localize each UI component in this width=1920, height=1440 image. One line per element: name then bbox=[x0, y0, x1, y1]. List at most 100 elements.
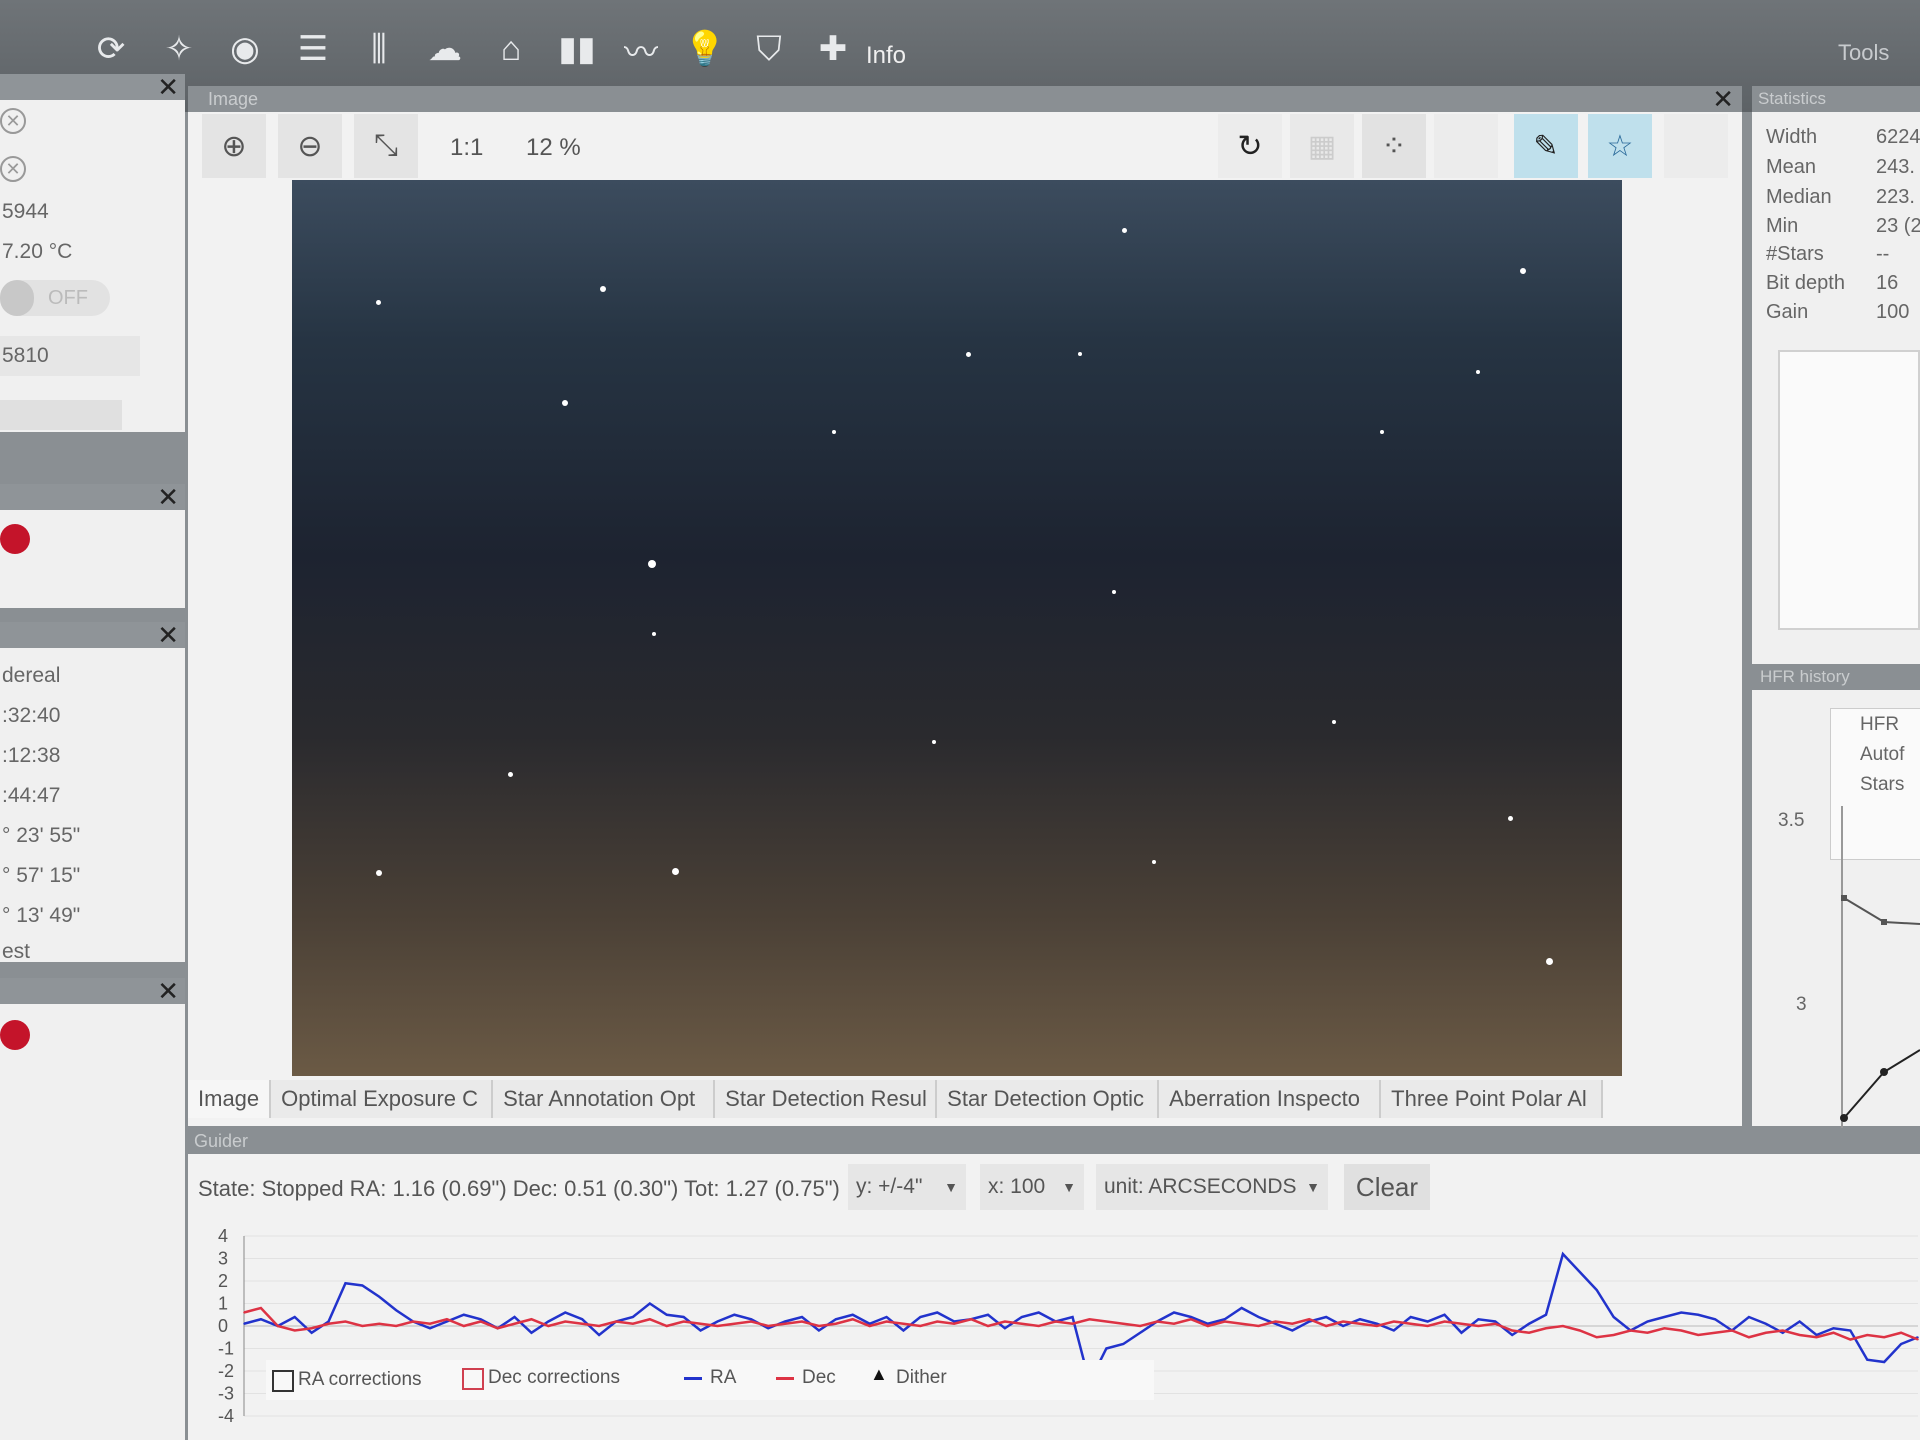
y-tick-label: -4 bbox=[218, 1406, 234, 1426]
close-icon[interactable]: ✕ bbox=[157, 74, 179, 100]
tab-three-point-polar[interactable]: Three Point Polar Al bbox=[1381, 1080, 1604, 1118]
close-icon[interactable]: ✕ bbox=[1712, 86, 1734, 112]
tab-image[interactable]: Image bbox=[188, 1080, 272, 1118]
extra-tool-button[interactable] bbox=[1664, 114, 1728, 178]
series-dec-point bbox=[919, 1325, 922, 1327]
tab-aberration-inspector[interactable]: Aberration Inspecto bbox=[1159, 1080, 1382, 1118]
status-indicator-icon bbox=[0, 1020, 30, 1050]
angle-value: ° 13' 49" bbox=[2, 904, 81, 927]
series-dec-point bbox=[1190, 1318, 1192, 1321]
puzzle-icon[interactable]: ✚ bbox=[808, 24, 858, 74]
refresh-icon[interactable]: ⟳ bbox=[86, 24, 136, 74]
zoom-ratio[interactable]: 1:1 bbox=[450, 134, 483, 162]
info-tab-label[interactable]: Info bbox=[866, 42, 906, 70]
rotate-button[interactable]: ↻ bbox=[1218, 114, 1282, 178]
series-dec-point bbox=[987, 1325, 989, 1327]
toggle-label: OFF bbox=[48, 287, 88, 309]
star-image[interactable] bbox=[292, 180, 1622, 1076]
stat-value: -- bbox=[1876, 243, 1890, 265]
star bbox=[1152, 860, 1156, 864]
camera-panel: ✕ ✕ ✕ 5944 7.20 °C OFF 5810 bbox=[0, 74, 185, 432]
zoom-out-button[interactable]: ⊖ bbox=[278, 114, 342, 178]
guider-panel: Guider State: Stopped RA: 1.16 (0.69") D… bbox=[188, 1128, 1920, 1440]
series-dec-point bbox=[1274, 1320, 1277, 1323]
series-dec-point bbox=[1240, 1322, 1243, 1325]
series-ra-point bbox=[1798, 1320, 1801, 1323]
series-dec-point bbox=[1781, 1329, 1784, 1332]
line-chart-icon[interactable]: 〰 bbox=[616, 24, 666, 74]
series-dec-point bbox=[767, 1325, 769, 1327]
hfr-chart bbox=[1840, 806, 1920, 1136]
star-detect-button[interactable]: ⁘ bbox=[1362, 114, 1426, 178]
series-ra-point bbox=[1037, 1311, 1040, 1314]
x-scale-select[interactable]: x: 100 ▼ bbox=[980, 1164, 1084, 1210]
cloud-icon[interactable]: ☁ bbox=[420, 24, 470, 74]
series-dec-point bbox=[953, 1322, 955, 1325]
series-dec-point bbox=[479, 1320, 482, 1323]
tab-star-annotation[interactable]: Star Annotation Opt bbox=[493, 1080, 716, 1118]
status-indicator-icon bbox=[0, 524, 30, 554]
series-dec-point bbox=[699, 1322, 702, 1325]
camera-field[interactable]: 5810 bbox=[0, 336, 140, 376]
sliders-icon[interactable]: ⫼ bbox=[354, 24, 404, 74]
series-ra-point bbox=[750, 1318, 753, 1321]
stat-label: Width bbox=[1766, 126, 1818, 148]
series-dec-point bbox=[1917, 1338, 1919, 1341]
dome-icon[interactable]: ⌂ bbox=[486, 24, 536, 74]
star bbox=[966, 352, 971, 357]
unit-select[interactable]: unit: ARCSECONDS ▼ bbox=[1096, 1164, 1328, 1210]
series-dec-point bbox=[1308, 1318, 1311, 1321]
disconnect-icon[interactable]: ✕ bbox=[0, 108, 26, 134]
close-icon[interactable]: ✕ bbox=[157, 622, 179, 648]
series-dec-point bbox=[327, 1322, 330, 1325]
series-dec-point bbox=[1409, 1322, 1412, 1325]
camera-field-value: 5810 bbox=[2, 344, 49, 367]
y-scale-select[interactable]: y: +/-4" ▼ bbox=[848, 1164, 966, 1210]
star-annotation-button[interactable]: ☆ bbox=[1588, 114, 1652, 178]
grid-button[interactable]: ▦ bbox=[1290, 114, 1354, 178]
stat-label: Median bbox=[1766, 186, 1832, 208]
bar-chart-icon[interactable]: ▮▮ bbox=[552, 24, 602, 74]
cooler-toggle[interactable]: OFF bbox=[0, 280, 110, 316]
star bbox=[1078, 352, 1082, 356]
telescope-icon[interactable]: ✧ bbox=[154, 24, 204, 74]
series-ra-point bbox=[1207, 1322, 1209, 1325]
tab-optimal-exposure[interactable]: Optimal Exposure C bbox=[271, 1080, 494, 1118]
ra-corrections-swatch bbox=[272, 1370, 294, 1392]
shield-icon[interactable]: ⛉ bbox=[744, 24, 794, 74]
series-dec-point bbox=[429, 1322, 431, 1325]
series-ra-point bbox=[1511, 1334, 1513, 1336]
series-ra-point bbox=[293, 1316, 296, 1318]
legend-dither: Dither bbox=[896, 1367, 947, 1388]
disconnect-icon[interactable]: ✕ bbox=[0, 156, 26, 182]
close-icon[interactable]: ✕ bbox=[157, 484, 179, 510]
zoom-in-button[interactable]: ⊕ bbox=[202, 114, 266, 178]
star bbox=[648, 560, 656, 568]
tab-star-detection-options[interactable]: Star Detection Optic bbox=[937, 1080, 1160, 1118]
star bbox=[600, 286, 606, 292]
series-ra-point bbox=[1393, 1329, 1395, 1332]
fit-button[interactable]: ⤡ bbox=[354, 114, 418, 178]
series-dec-point bbox=[1359, 1322, 1361, 1325]
blank-tool-button[interactable] bbox=[1434, 114, 1498, 178]
tab-star-detection-result[interactable]: Star Detection Resul bbox=[715, 1080, 938, 1118]
target-icon[interactable]: ◉ bbox=[220, 24, 270, 74]
series-dec-point bbox=[733, 1322, 736, 1325]
clear-button[interactable]: Clear bbox=[1344, 1164, 1430, 1210]
series-dec-point bbox=[1832, 1331, 1835, 1334]
series-dec-point bbox=[1426, 1325, 1429, 1327]
close-icon[interactable]: ✕ bbox=[157, 978, 179, 1004]
series-dec-point bbox=[496, 1327, 499, 1330]
series-ra-point bbox=[784, 1320, 786, 1323]
series-dec-point bbox=[1545, 1327, 1547, 1330]
auto-stretch-button[interactable]: ✎ bbox=[1514, 114, 1578, 178]
series-dec-point bbox=[1037, 1325, 1040, 1327]
series-dec-point bbox=[665, 1325, 668, 1327]
series-dec-point bbox=[1139, 1325, 1141, 1327]
bulb-icon[interactable]: 💡 bbox=[680, 24, 730, 74]
series-ra-point bbox=[1595, 1289, 1598, 1291]
list-icon[interactable]: ☰ bbox=[288, 24, 338, 74]
series-dec-point bbox=[615, 1320, 617, 1323]
tools-label[interactable]: Tools bbox=[1838, 40, 1889, 66]
series-ra-point bbox=[1308, 1320, 1311, 1323]
